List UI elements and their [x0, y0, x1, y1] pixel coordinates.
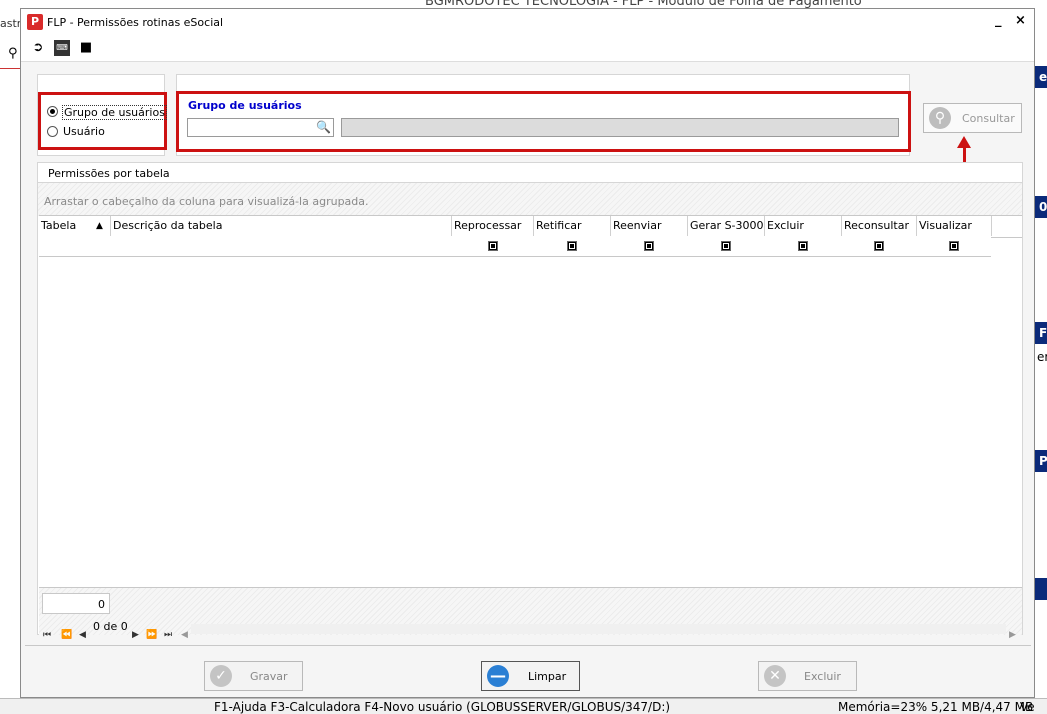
group-field-label: Grupo de usuários	[188, 99, 302, 112]
permissions-grid-panel: Permissões por tabela Arrastar o cabeçal…	[37, 162, 1023, 635]
dialog-title-bar: P FLP - Permissões rotinas eSocial _ ×	[21, 9, 1034, 35]
clear-button[interactable]: — Limpar	[481, 661, 580, 691]
check-icon: ✓	[210, 665, 232, 687]
next-block-icon[interactable]: ⏩	[146, 630, 157, 640]
previous-page-icon[interactable]: ◀	[79, 630, 86, 640]
next-page-icon[interactable]: ▶	[132, 630, 139, 640]
search-icon[interactable]: 🔍	[316, 120, 331, 134]
pager-text: 0 de 0	[93, 620, 128, 633]
grid-body[interactable]	[39, 257, 1022, 587]
delete-button[interactable]: ✕ Excluir	[758, 661, 857, 691]
background-window-title: BGMRODOTEC TECNOLOGIA - FLP - Módulo de …	[0, 0, 1047, 8]
app-logo-icon: P	[27, 14, 43, 30]
sort-ascending-icon: ▲	[96, 221, 103, 231]
status-bar: F1-Ajuda F3-Calculadora F4-Novo usuário …	[0, 698, 1047, 714]
horizontal-scrollbar[interactable]	[191, 624, 1006, 634]
column-header-reconsultar[interactable]: Reconsultar	[842, 216, 917, 236]
dialog-title: FLP - Permissões rotinas eSocial	[47, 16, 224, 29]
grid-filter-row	[39, 237, 991, 257]
background-right-label: er	[1037, 350, 1047, 364]
radio-group-users-label[interactable]: Grupo de usuários	[62, 105, 167, 120]
filter-checkbox-gerar-s3000[interactable]	[721, 241, 731, 251]
column-header-gerar-s3000[interactable]: Gerar S-3000	[688, 216, 765, 236]
column-header-reprocessar[interactable]: Reprocessar	[452, 216, 534, 236]
grid-header: Tabela ▲ Descrição da tabela Reprocessar…	[39, 215, 1022, 238]
background-right-panel: e 0 Fe er P	[1035, 8, 1047, 698]
background-search-icon: ⚲	[8, 46, 18, 61]
column-header-visualizar[interactable]: Visualizar	[917, 216, 992, 236]
filter-checkbox-reconsultar[interactable]	[874, 241, 884, 251]
column-header-reenviar[interactable]: Reenviar	[611, 216, 688, 236]
keyboard-icon[interactable]: ⌨	[54, 40, 70, 56]
first-page-icon[interactable]: ⏮	[43, 630, 51, 640]
permissions-dialog: P FLP - Permissões rotinas eSocial _ × ➲…	[20, 8, 1035, 698]
column-header-retificar[interactable]: Retificar	[534, 216, 611, 236]
highlight-selection-type	[38, 92, 167, 150]
background-title-text: BGMRODOTEC TECNOLOGIA - FLP - Módulo de …	[425, 0, 862, 8]
scroll-right-icon[interactable]: ▶	[1009, 630, 1016, 640]
column-header-tabela[interactable]: Tabela ▲	[39, 216, 111, 236]
radio-user[interactable]	[47, 126, 58, 137]
save-button[interactable]: ✓ Gravar	[204, 661, 303, 691]
minus-icon: —	[487, 665, 509, 687]
group-search-input[interactable]: 🔍	[187, 118, 334, 137]
background-left-text: astr	[0, 17, 22, 30]
filter-checkbox-reprocessar[interactable]	[488, 241, 498, 251]
filter-checkbox-excluir[interactable]	[798, 241, 808, 251]
minimize-button[interactable]: _	[995, 13, 1002, 28]
background-right-label: 0	[1035, 196, 1047, 218]
filter-checkbox-retificar[interactable]	[567, 241, 577, 251]
consult-button[interactable]: ⚲ Consultar	[923, 103, 1022, 133]
group-description-field	[341, 118, 899, 137]
column-header-excluir[interactable]: Excluir	[765, 216, 842, 236]
close-button[interactable]: ×	[1015, 13, 1026, 28]
previous-block-icon[interactable]: ⏪	[61, 630, 72, 640]
filter-checkbox-reenviar[interactable]	[644, 241, 654, 251]
last-page-icon[interactable]: ⏭	[164, 630, 172, 640]
exit-icon[interactable]: ➲	[30, 40, 46, 56]
scroll-left-icon[interactable]: ◀	[181, 630, 188, 640]
delete-x-icon: ✕	[764, 665, 786, 687]
grid-section-title: Permissões por tabela	[48, 167, 170, 180]
toolbar: ➲ ⌨ ■	[21, 35, 1034, 62]
filter-checkbox-visualizar[interactable]	[949, 241, 959, 251]
background-left-panel: astr ⚲	[0, 8, 22, 698]
radio-user-label[interactable]: Usuário	[63, 125, 105, 138]
annotation-arrow-head	[957, 136, 971, 148]
group-by-area[interactable]: Arrastar o cabeçalho da coluna para visu…	[38, 182, 1022, 216]
column-header-descricao[interactable]: Descrição da tabela	[111, 216, 452, 236]
user-icon[interactable]: ■	[78, 40, 94, 56]
background-right-label: e	[1035, 66, 1047, 88]
key-icon: ⚲	[929, 107, 951, 129]
background-right-label: P	[1035, 450, 1047, 472]
record-count-box: 0	[42, 593, 110, 614]
background-right-label: Fe	[1035, 322, 1047, 344]
radio-group-users[interactable]	[47, 106, 58, 117]
